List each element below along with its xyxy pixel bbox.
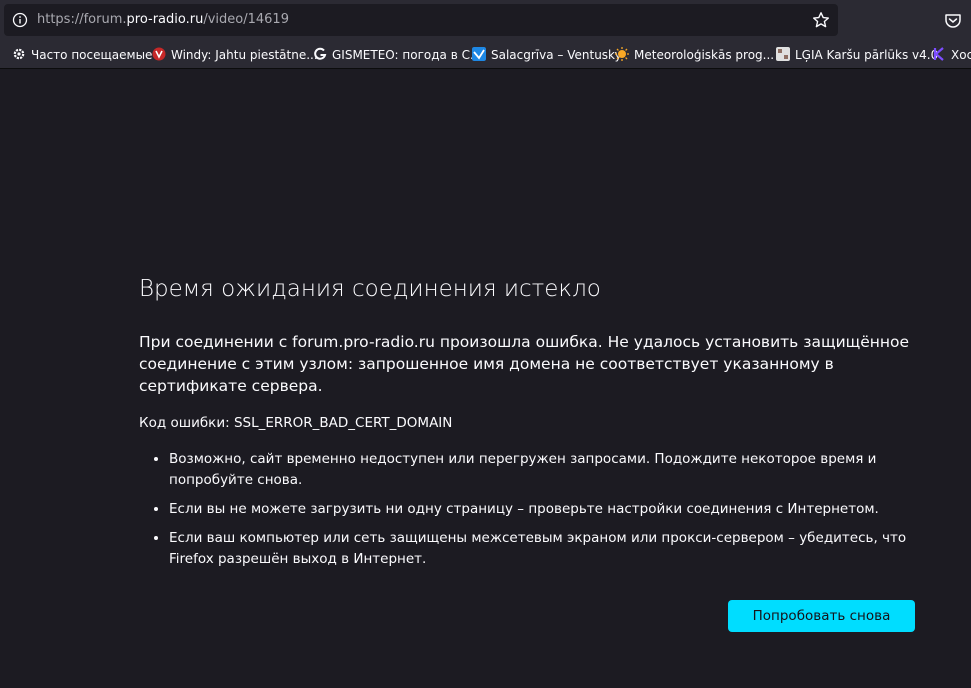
- bookmark-lgia[interactable]: LĢIA Karšu pārlūks v4.0: [776, 46, 938, 64]
- url-prefix: https://forum.: [37, 12, 127, 27]
- bookmark-label: Salacgrīva – Ventusky: [491, 48, 622, 62]
- url-host: pro-radio.ru: [126, 12, 204, 27]
- lgia-icon: [776, 47, 790, 61]
- bookmark-meteo[interactable]: Meteoroloģiskās prog...: [615, 46, 774, 64]
- bookmark-label: GISMETEO: погода в С...: [332, 48, 482, 62]
- info-icon[interactable]: [12, 12, 28, 28]
- browser-toolbar: https://forum.pro-radio.ru/video/14619: [0, 0, 971, 41]
- ventusky-icon: [472, 47, 486, 61]
- error-title: Время ожидания соединения истекло: [139, 276, 601, 302]
- url-text[interactable]: https://forum.pro-radio.ru/video/14619: [37, 12, 289, 28]
- error-tips-list: Возможно, сайт временно недоступен или п…: [151, 449, 929, 578]
- bookmark-ventusky[interactable]: Salacgrīva – Ventusky: [472, 46, 622, 64]
- list-item: Если вы не можете загрузить ни одну стра…: [169, 499, 929, 520]
- list-item: Если ваш компьютер или сеть защищены меж…: [169, 528, 929, 570]
- bookmark-label: LĢIA Karšu pārlūks v4.0: [795, 48, 939, 62]
- bookmarks-bar: Часто посещаемые Windy: Jahtu piestātne.…: [0, 41, 971, 69]
- error-code: Код ошибки: SSL_ERROR_BAD_CERT_DOMAIN: [139, 415, 453, 431]
- bookmark-gismeteo[interactable]: GISMETEO: погода в С...: [313, 46, 481, 64]
- bookmark-star-icon[interactable]: [812, 11, 830, 29]
- bookmark-label: Meteoroloģiskās prog...: [634, 48, 775, 62]
- windy-icon: [152, 47, 166, 61]
- bookmark-windy[interactable]: Windy: Jahtu piestātne...: [152, 46, 318, 64]
- gear-icon: [13, 48, 25, 60]
- url-bar[interactable]: https://forum.pro-radio.ru/video/14619: [4, 4, 838, 36]
- bookmark-label: Windy: Jahtu piestātne...: [171, 48, 318, 62]
- list-item: Возможно, сайт временно недоступен или п…: [169, 449, 929, 491]
- try-again-button[interactable]: Попробовать снова: [728, 600, 915, 632]
- gismeteo-icon: [314, 47, 327, 60]
- error-description: При соединении с forum.pro-radio.ru прои…: [139, 333, 910, 395]
- error-page: Время ожидания соединения истекло При со…: [0, 69, 971, 688]
- url-path: /video/14619: [203, 12, 289, 27]
- bookmark-label: Часто посещаемые: [31, 48, 153, 62]
- sun-icon: [615, 47, 629, 61]
- k-icon: [933, 47, 944, 61]
- bookmark-host[interactable]: Хост: [932, 46, 971, 64]
- bookmark-most-visited[interactable]: Часто посещаемые: [12, 46, 152, 64]
- pocket-icon[interactable]: [944, 12, 962, 30]
- bookmark-label: Хост: [951, 48, 971, 62]
